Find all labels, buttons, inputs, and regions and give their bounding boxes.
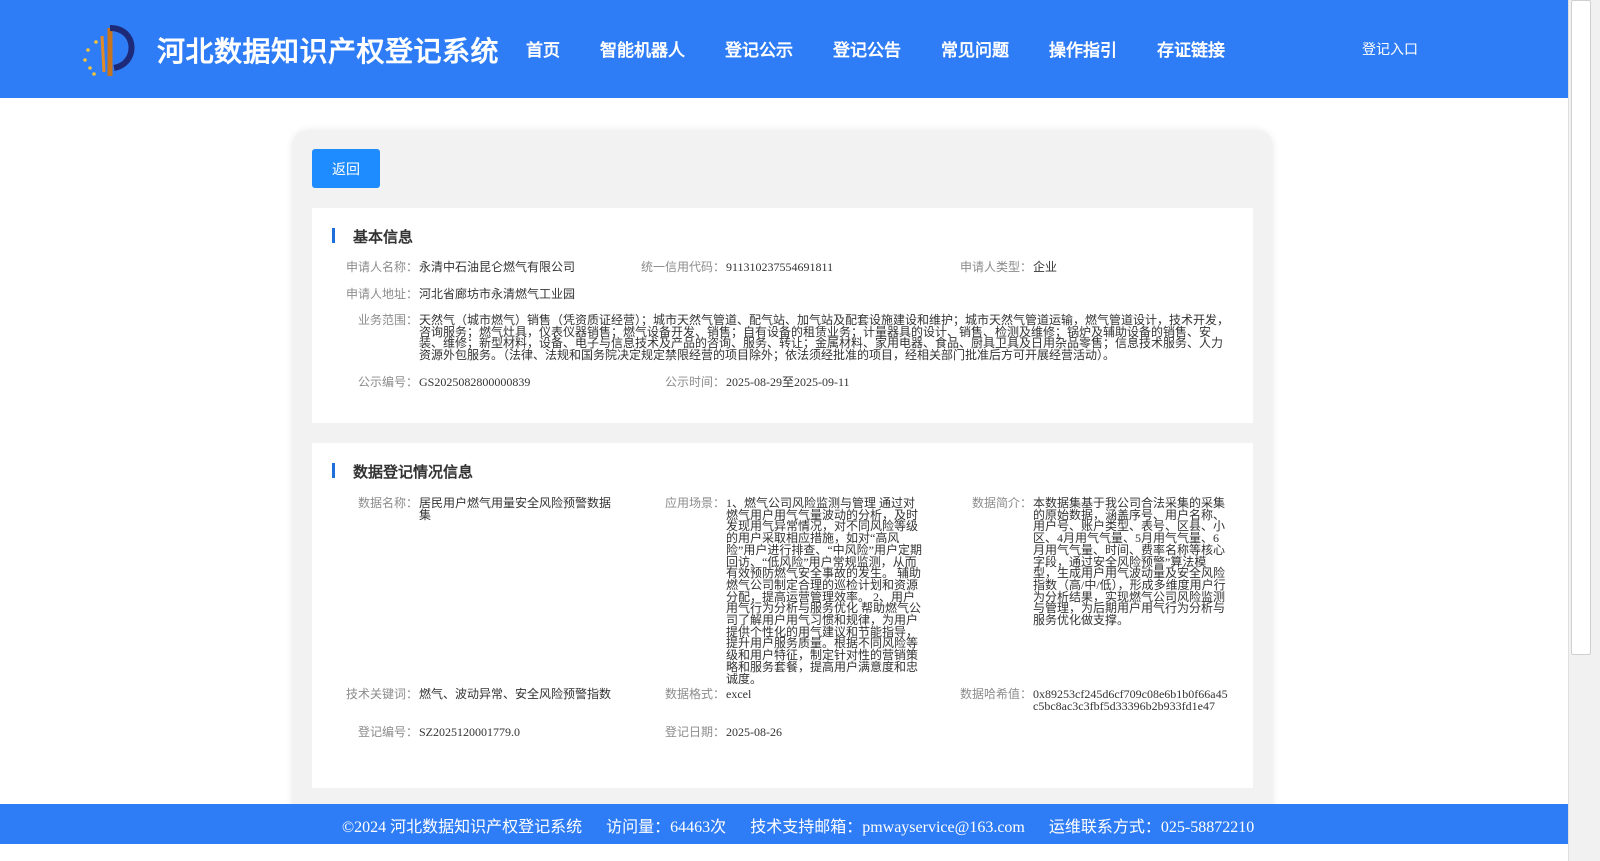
main-nav: 首页 智能机器人 登记公示 登记公告 常见问题 操作指引 存证链接 [526, 36, 1265, 61]
nav-evidence-link[interactable]: 存证链接 [1157, 36, 1225, 61]
footer-visits: 访问量：64463次 [606, 819, 727, 836]
field-value: excel [726, 687, 752, 701]
field-label: 应用场景： [664, 496, 725, 510]
field-label: 公示时间： [664, 375, 725, 389]
nav-home[interactable]: 首页 [526, 36, 560, 61]
field-value: 企业 [1033, 260, 1058, 274]
footer-bar: ©2024 河北数据知识产权登记系统 访问量：64463次 技术支持邮箱：pmw… [0, 804, 1568, 844]
field-label: 统一信用代码： [640, 260, 725, 274]
field-label: 业务范围： [357, 313, 418, 327]
detail-card: 返回 基本信息 申请人名称： 永清中石油昆仑燃气有限公司 统一信用代码： 911… [292, 130, 1273, 830]
field-value: 0x89253cf245d6cf709c08e6b1b0f66a45c5bc8a… [1033, 687, 1228, 713]
field-value: 2025-08-29至2025-09-11 [726, 375, 850, 389]
data-info-panel: 数据登记情况信息 数据名称： 居民用户燃气用量安全风险预警数据集 应用场景： 1… [312, 443, 1253, 788]
field-value: 天然气（城市燃气）销售（凭资质证经营）；城市天然气管道、配气站、加气站及配套设施… [419, 313, 1230, 363]
field-label: 申请人类型： [959, 260, 1032, 274]
field-value: 911310237554691811 [726, 260, 834, 274]
scrollbar-thumb[interactable] [1571, 0, 1591, 655]
nav-faq[interactable]: 常见问题 [941, 36, 1009, 61]
field-value: 河北省廊坊市永清燃气工业园 [419, 287, 576, 301]
field-label: 数据名称： [357, 496, 418, 510]
field-label: 申请人地址： [345, 287, 418, 301]
top-header: 河北数据知识产权登记系统 首页 智能机器人 登记公示 登记公告 常见问题 操作指… [0, 0, 1568, 98]
basic-info-title: 基本信息 [332, 226, 413, 247]
nav-publicity[interactable]: 登记公示 [725, 36, 793, 61]
field-label: 登记日期： [664, 725, 725, 739]
field-value: 1、燃气公司风险监测与管理 通过对燃气用户用气气量波动的分析，及时发现用气异常情… [726, 496, 922, 686]
footer-copyright: ©2024 河北数据知识产权登记系统 [342, 819, 583, 836]
data-info-title: 数据登记情况信息 [332, 461, 473, 482]
footer-email: 技术支持邮箱：pmwayservice@163.com [750, 819, 1025, 836]
nav-guide[interactable]: 操作指引 [1049, 36, 1117, 61]
field-value: 本数据集基于我公司合法采集的采集的原始数据，涵盖序号、用户名称、用户号、账户类型… [1033, 496, 1226, 628]
field-value: 2025-08-26 [726, 725, 782, 739]
footer-text: ©2024 河北数据知识产权登记系统 访问量：64463次 技术支持邮箱：pmw… [342, 813, 1274, 837]
back-button[interactable]: 返回 [312, 149, 380, 188]
field-value: SZ2025120001779.0 [419, 725, 521, 739]
field-label: 登记编号： [357, 725, 418, 739]
field-value: 居民用户燃气用量安全风险预警数据集 [419, 496, 612, 522]
nav-robot[interactable]: 智能机器人 [600, 36, 685, 61]
field-value: GS2025082800000839 [419, 375, 531, 389]
field-value: 燃气、波动异常、安全风险预警指数 [419, 687, 612, 701]
field-label: 技术关键词： [345, 687, 418, 701]
field-label: 公示编号： [357, 375, 418, 389]
site-title: 河北数据知识产权登记系统 [157, 35, 500, 68]
field-label: 申请人名称： [345, 260, 418, 274]
logo-icon [83, 25, 135, 76]
footer-phone: 运维联系方式：025-58872210 [1048, 819, 1255, 836]
basic-info-panel: 基本信息 申请人名称： 永清中石油昆仑燃气有限公司 统一信用代码： 911310… [312, 208, 1253, 423]
field-label: 数据简介： [971, 496, 1032, 510]
login-link[interactable]: 登记入口 [1362, 39, 1418, 59]
field-label: 数据哈希值： [959, 687, 1032, 701]
page-scrollbar[interactable] [1568, 0, 1600, 861]
nav-announcement[interactable]: 登记公告 [833, 36, 901, 61]
field-value: 永清中石油昆仑燃气有限公司 [419, 260, 576, 274]
field-label: 数据格式： [664, 687, 725, 701]
